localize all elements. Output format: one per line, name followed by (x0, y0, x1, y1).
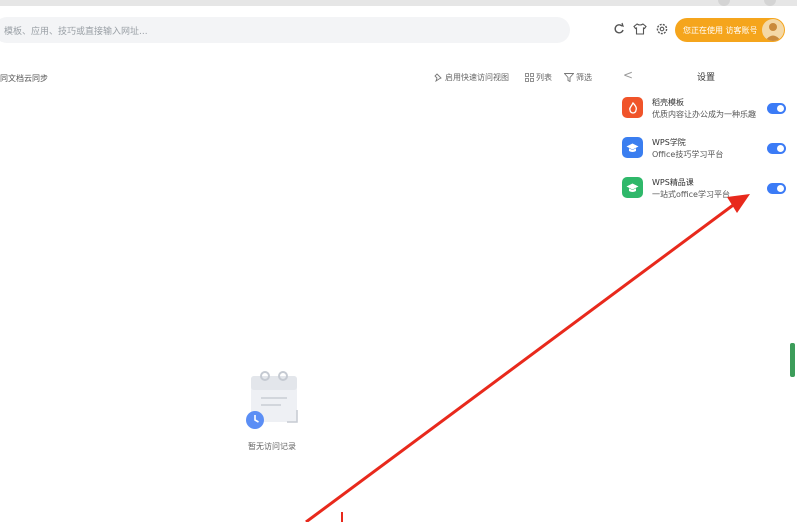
app-desc: Office技巧学习平台 (652, 150, 724, 159)
quick-view-button[interactable]: 启用快速访问视图 (434, 72, 509, 83)
account-badge-label: 您正在使用 访客账号 (683, 25, 758, 35)
user-avatar-icon (765, 23, 781, 41)
course-icon (622, 177, 643, 198)
pin-icon (434, 73, 442, 82)
empty-calendar-icon (246, 371, 298, 429)
filter-button[interactable]: 筛选 (564, 72, 592, 83)
window-top-strip (0, 0, 797, 6)
search-placeholder: 模板、应用、技巧或直接输入网址... (4, 26, 148, 37)
app-name: WPS精品课 (652, 178, 694, 187)
graduation-cap-icon (622, 137, 643, 158)
list-view-button[interactable]: 列表 (525, 72, 552, 83)
annotation-arrow (305, 194, 750, 522)
refresh-icon[interactable] (612, 22, 626, 36)
app-desc: 一站式office学习平台 (652, 190, 730, 199)
window-control-icon[interactable] (764, 0, 776, 6)
daoke-icon (622, 97, 643, 118)
empty-state-text: 暂无访问记录 (248, 442, 296, 451)
filter-label: 筛选 (576, 73, 592, 82)
quick-view-label: 启用快速访问视图 (445, 73, 509, 82)
settings-gear-icon[interactable] (655, 22, 669, 36)
panel-back-button[interactable]: < (623, 68, 633, 82)
app-name: WPS学院 (652, 138, 686, 147)
panel-title: 设置 (697, 73, 716, 83)
scroll-indicator[interactable] (790, 343, 795, 377)
account-badge[interactable]: 您正在使用 访客账号 (675, 18, 785, 42)
filter-icon (564, 73, 574, 82)
app-item-wps-academy: WPS学院 Office技巧学习平台 (622, 137, 792, 167)
avatar[interactable] (762, 19, 784, 41)
list-label: 列表 (536, 73, 552, 82)
list-icon (525, 73, 534, 82)
app-name: 稻壳模板 (652, 98, 684, 107)
toggle-wps-course[interactable] (767, 183, 786, 194)
window-control-icon[interactable] (718, 0, 730, 6)
app-desc: 优质内容让办公成为一种乐趣 (652, 110, 756, 119)
toggle-wps-academy[interactable] (767, 143, 786, 154)
skin-icon[interactable] (633, 22, 647, 36)
app-item-daoke: 稻壳模板 优质内容让办公成为一种乐趣 (622, 97, 792, 127)
toggle-daoke[interactable] (767, 103, 786, 114)
sync-text: 同文档云同步 (0, 74, 48, 83)
app-item-wps-course: WPS精品课 一站式office学习平台 (622, 177, 792, 207)
search-input[interactable]: 模板、应用、技巧或直接输入网址... (0, 17, 570, 43)
